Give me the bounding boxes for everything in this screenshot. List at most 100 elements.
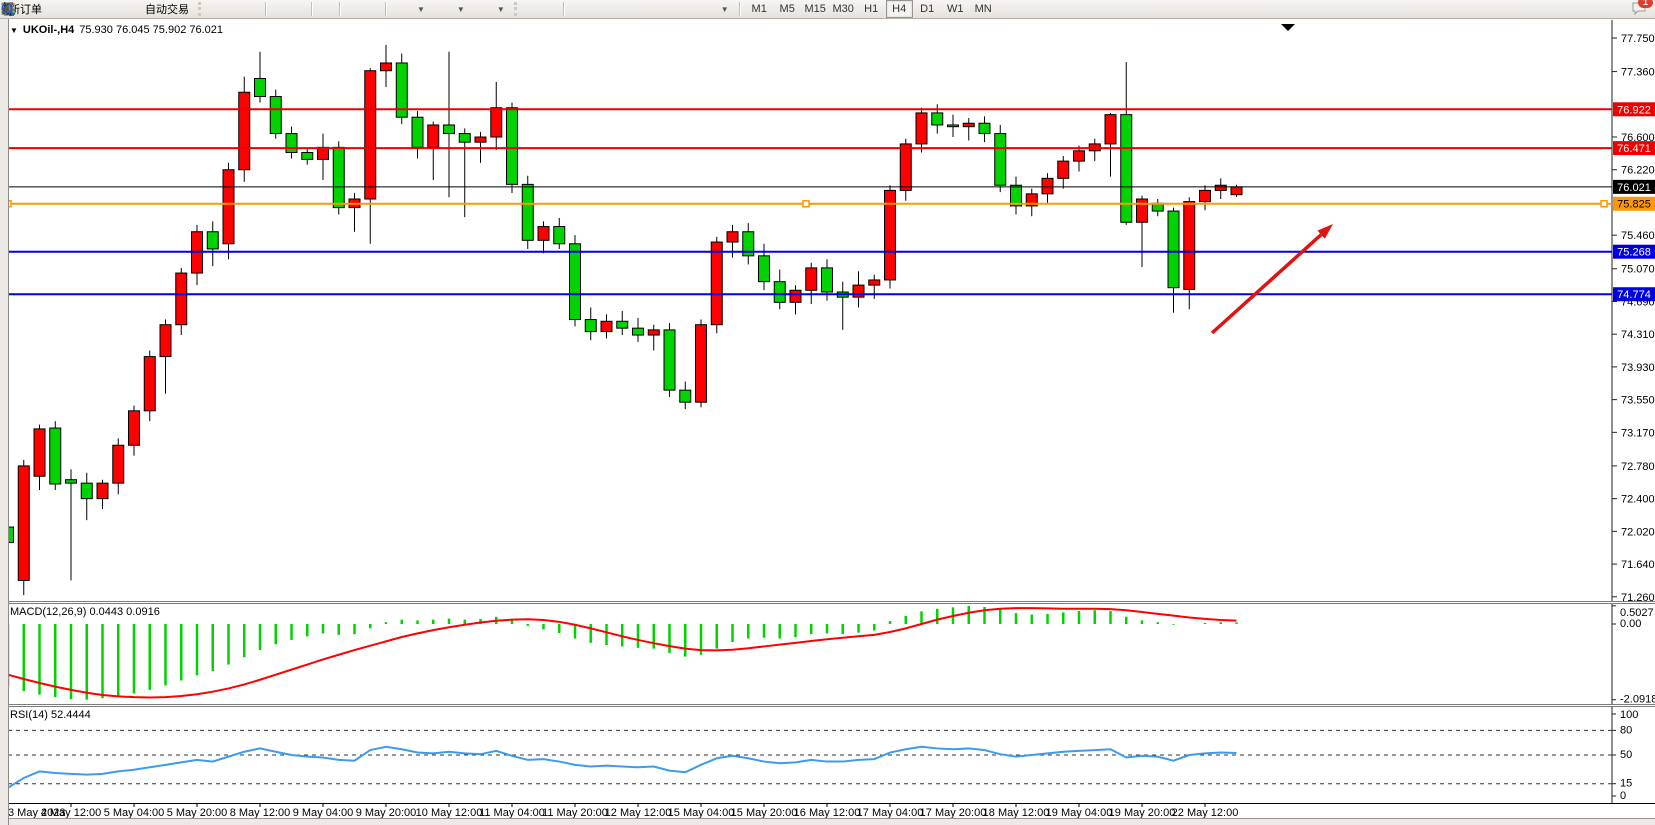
horizontal-line-icon[interactable]: [588, 1, 604, 17]
notifications-button[interactable]: 1: [1631, 0, 1647, 19]
toolbar-separator: [563, 2, 565, 16]
timeframe-group: M1M5M15M30H1H4D1W1MN: [746, 0, 997, 18]
notification-badge: 1: [1638, 0, 1653, 8]
svg-text:72.780: 72.780: [1621, 461, 1655, 473]
svg-text:74.310: 74.310: [1621, 329, 1655, 341]
svg-text:75.460: 75.460: [1621, 230, 1655, 242]
main-toolbar: 新订单 自动交易: [0, 0, 1655, 19]
tile-windows-icon[interactable]: [318, 1, 334, 17]
svg-text:74.774: 74.774: [1617, 289, 1651, 301]
svg-text:8 May 12:00: 8 May 12:00: [230, 807, 291, 818]
text-icon[interactable]: A: [660, 1, 676, 17]
market-watch-icon[interactable]: [67, 1, 83, 17]
svg-text:9 May 04:00: 9 May 04:00: [293, 807, 354, 818]
svg-text:17 May 04:00: 17 May 04:00: [857, 807, 924, 818]
toolbar-separator: [339, 2, 341, 16]
svg-text:76.021: 76.021: [1617, 182, 1651, 194]
timeframe-mn-button[interactable]: MN: [970, 0, 997, 18]
toolbar-separator: [265, 2, 267, 16]
toolbar-grip: [198, 2, 204, 16]
line-chart-icon[interactable]: [244, 1, 260, 17]
window-left-edge: [0, 19, 9, 825]
strategy-tester-icon[interactable]: [103, 1, 119, 17]
macd-panel-canvas[interactable]: 0.50270.00-2.0918: [0, 604, 1655, 705]
vertical-line-icon[interactable]: [570, 1, 586, 17]
svg-text:5 May 20:00: 5 May 20:00: [167, 807, 228, 818]
price-chart-canvas[interactable]: 77.75077.36076.60076.22075.46075.07074.6…: [0, 20, 1655, 603]
symbol-dropdown-icon[interactable]: ▼: [10, 26, 18, 35]
ohlc-values-label: 75.930 76.045 75.902 76.021: [79, 24, 223, 36]
zoom-out-icon[interactable]: [290, 1, 306, 17]
svg-text:15 May 20:00: 15 May 20:00: [731, 807, 798, 818]
crosshair-icon[interactable]: [542, 1, 558, 17]
arrows-icon: [701, 1, 717, 17]
auto-arrange-icon[interactable]: [346, 1, 362, 17]
metaeditor-icon[interactable]: [49, 1, 65, 17]
text-label-icon[interactable]: T: [678, 1, 694, 17]
dropdown-arrow-icon: ▼: [721, 5, 729, 14]
dropdown-arrow-icon: ▼: [457, 5, 465, 14]
autotrading-button[interactable]: 自动交易: [121, 0, 194, 19]
window-bottom-edge: [0, 818, 1655, 825]
svg-text:16 May 12:00: 16 May 12:00: [794, 807, 861, 818]
panel-separator[interactable]: [0, 704, 1655, 707]
trading-terminal-window: 新订单 自动交易: [0, 0, 1655, 825]
timeframe-d1-button[interactable]: D1: [914, 0, 941, 18]
svg-text:17 May 20:00: 17 May 20:00: [920, 807, 987, 818]
svg-text:12 May 12:00: 12 May 12:00: [605, 807, 672, 818]
timeframe-h1-button[interactable]: H1: [858, 0, 885, 18]
periods-button[interactable]: ▼: [432, 0, 470, 19]
svg-text:71.640: 71.640: [1621, 559, 1655, 571]
svg-text:72.020: 72.020: [1621, 526, 1655, 538]
svg-text:11 May 04:00: 11 May 04:00: [479, 807, 545, 818]
toolbar-separator: [385, 2, 387, 16]
timeframe-m1-button[interactable]: M1: [746, 0, 773, 18]
rsi-indicator-label: RSI(14) 52.4444: [10, 709, 91, 721]
zoom-in-icon[interactable]: [272, 1, 288, 17]
svg-text:5 May 04:00: 5 May 04:00: [104, 807, 165, 818]
time-axis[interactable]: 3 May 20234 May 12:005 May 04:005 May 20…: [0, 803, 1655, 818]
trendline-icon[interactable]: [606, 1, 622, 17]
svg-text:50: 50: [1620, 749, 1632, 761]
svg-text:76.220: 76.220: [1621, 165, 1655, 177]
equidistant-channel-icon[interactable]: E: [624, 1, 640, 17]
clock-icon: [437, 1, 453, 17]
timeframe-m5-button[interactable]: M5: [774, 0, 801, 18]
autotrading-label: 自动交易: [145, 1, 189, 17]
search-icon[interactable]: [1609, 1, 1625, 17]
timeframe-m15-button[interactable]: M15: [802, 0, 829, 18]
rsi-panel-canvas[interactable]: 1008050150: [0, 707, 1655, 803]
new-chart-button[interactable]: ▼: [392, 0, 430, 19]
timeframe-w1-button[interactable]: W1: [942, 0, 969, 18]
svg-text:76.471: 76.471: [1617, 143, 1651, 155]
bar-chart-icon[interactable]: [208, 1, 224, 17]
svg-text:0: 0: [1620, 790, 1626, 802]
svg-text:0.00: 0.00: [1620, 618, 1641, 630]
signals-icon[interactable]: [85, 1, 101, 17]
svg-text:18 May 12:00: 18 May 12:00: [983, 807, 1050, 818]
toolbar-right-tools: 1: [1609, 0, 1651, 19]
autotrading-icon: [126, 1, 142, 17]
svg-text:9 May 20:00: 9 May 20:00: [356, 807, 417, 818]
svg-text:19 May 20:00: 19 May 20:00: [1109, 807, 1176, 818]
arrows-button[interactable]: ▼: [696, 0, 734, 19]
templates-button[interactable]: ▼: [472, 0, 510, 19]
svg-text:72.400: 72.400: [1621, 494, 1655, 506]
dropdown-arrow-icon: ▼: [417, 5, 425, 14]
svg-text:15 May 04:00: 15 May 04:00: [668, 807, 735, 818]
template-icon: [477, 1, 493, 17]
chart-title[interactable]: ▼ UKOil-,H4 75.930 76.045 75.902 76.021: [10, 24, 223, 36]
svg-text:100: 100: [1620, 709, 1638, 721]
panel-separator[interactable]: [0, 601, 1655, 604]
toolbar-separator: [739, 2, 741, 16]
svg-text:75.070: 75.070: [1621, 264, 1655, 276]
timeframe-m30-button[interactable]: M30: [830, 0, 857, 18]
timeframe-h4-button[interactable]: H4: [886, 0, 913, 18]
dock-chart-icon[interactable]: [364, 1, 380, 17]
candlestick-chart-icon[interactable]: [226, 1, 242, 17]
svg-text:15: 15: [1620, 778, 1632, 790]
cursor-icon[interactable]: [524, 1, 540, 17]
macd-indicator-label: MACD(12,26,9) 0.0443 0.0916: [10, 606, 160, 618]
fibonacci-icon[interactable]: F: [642, 1, 658, 17]
svg-text:10 May 12:00: 10 May 12:00: [416, 807, 483, 818]
